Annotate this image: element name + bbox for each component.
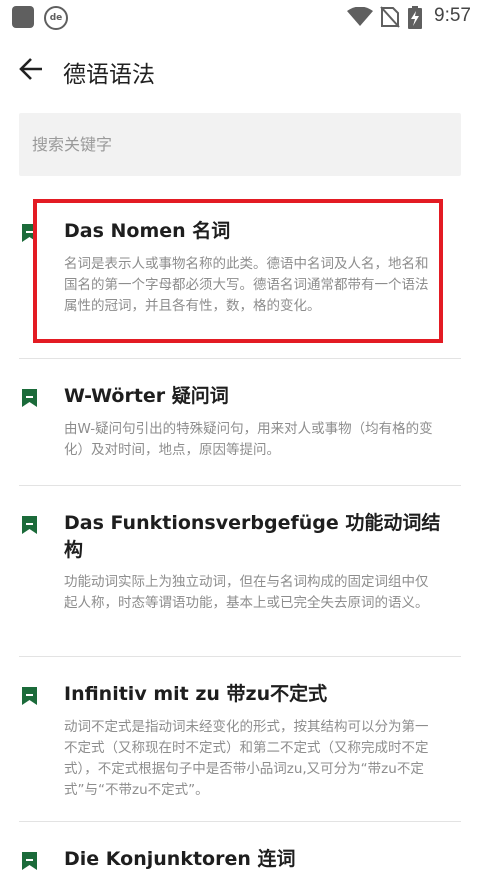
search-box[interactable] <box>19 113 461 176</box>
list-item-title: Das Funktionsverbgefüge 功能动词结构 <box>64 512 441 561</box>
list-item-title: Die Konjunktoren 连词 <box>64 848 296 870</box>
clock-time: 9:57 <box>434 5 471 26</box>
list-item[interactable]: W-Wörter 疑问词 由W-疑问句引出的特殊疑问句，用来对人或事物（均有格的… <box>0 359 480 485</box>
de-badge-icon: de <box>44 6 68 30</box>
highlight-box <box>33 199 443 343</box>
de-badge-label: de <box>49 13 63 23</box>
search-input[interactable] <box>19 113 452 176</box>
wifi-icon <box>347 7 373 26</box>
bookmark-icon <box>22 389 37 407</box>
list-item-description: 功能动词实际上为独立动词，但在与名词构成的固定词组中仅起人称，时态等谓语功能，基… <box>64 574 429 611</box>
no-sim-icon <box>380 6 400 28</box>
app-square-icon <box>12 6 34 28</box>
status-bar: de 9:57 <box>0 0 480 34</box>
bookmark-icon <box>22 516 37 534</box>
bookmark-icon <box>22 852 37 870</box>
list-item-description: 由W-疑问句引出的特殊疑问句，用来对人或事物（均有格的变化）及对时间，地点，原因… <box>64 421 433 458</box>
battery-charging-icon <box>408 6 422 29</box>
bookmark-icon <box>22 687 37 705</box>
list-item[interactable]: Das Funktionsverbgefüge 功能动词结构 功能动词实际上为独… <box>0 486 480 656</box>
list-item-title: Infinitiv mit zu 带zu不定式 <box>64 683 328 705</box>
list-item-description: 动词不定式是指动词未经变化的形式，按其结构可以分为第一不定式（又称现在时不定式）… <box>64 719 429 798</box>
page-title: 德语语法 <box>63 62 155 88</box>
list-item[interactable]: Infinitiv mit zu 带zu不定式 动词不定式是指动词未经变化的形式… <box>0 657 480 821</box>
list-item-title: W-Wörter 疑问词 <box>64 385 229 407</box>
arrow-left-icon[interactable] <box>18 56 44 82</box>
list-item[interactable]: Die Konjunktoren 连词 <box>0 822 480 870</box>
